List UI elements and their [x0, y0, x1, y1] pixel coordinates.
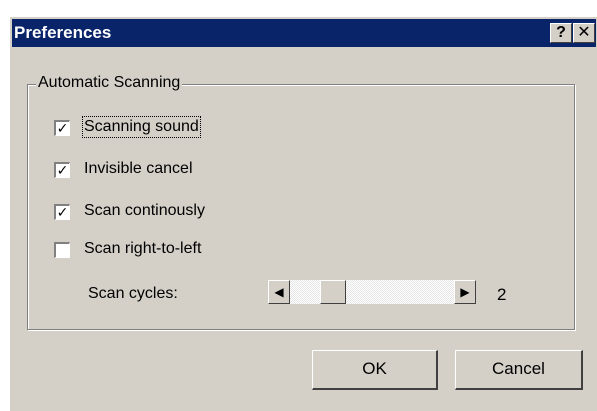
checkbox-box[interactable]: [54, 242, 70, 258]
right-arrow-icon[interactable]: ▶: [454, 280, 476, 304]
checkmark-icon: ✓: [56, 162, 69, 178]
cancel-button[interactable]: Cancel: [455, 350, 583, 390]
scan-cycles-value: 2: [497, 285, 507, 304]
checkbox-box[interactable]: ✓: [54, 204, 70, 220]
checkbox-box[interactable]: ✓: [54, 162, 70, 178]
checkbox-label[interactable]: Scan continously: [84, 202, 205, 220]
scrollbar-thumb[interactable]: [320, 280, 346, 304]
dialog-title: Preferences: [14, 23, 112, 42]
checkbox-label[interactable]: Scanning sound: [82, 116, 201, 138]
checkbox-label[interactable]: Invisible cancel: [84, 160, 193, 178]
help-icon[interactable]: ?: [550, 23, 572, 43]
ok-button[interactable]: OK: [312, 350, 438, 390]
checkmark-icon: ✓: [56, 120, 69, 136]
checkmark-icon: ✓: [56, 204, 69, 220]
checkbox-label[interactable]: Scan right-to-left: [84, 240, 201, 258]
left-arrow-icon[interactable]: ◀: [268, 280, 290, 304]
checkbox-box[interactable]: ✓: [54, 120, 70, 136]
close-icon[interactable]: ✕: [573, 23, 595, 43]
scan-cycles-label: Scan cycles:: [88, 285, 178, 302]
title-bar[interactable]: Preferences ? ✕: [12, 19, 596, 47]
scan-cycles-scrollbar[interactable]: ◀ ▶: [268, 280, 476, 304]
group-label: Automatic Scanning: [36, 74, 183, 92]
